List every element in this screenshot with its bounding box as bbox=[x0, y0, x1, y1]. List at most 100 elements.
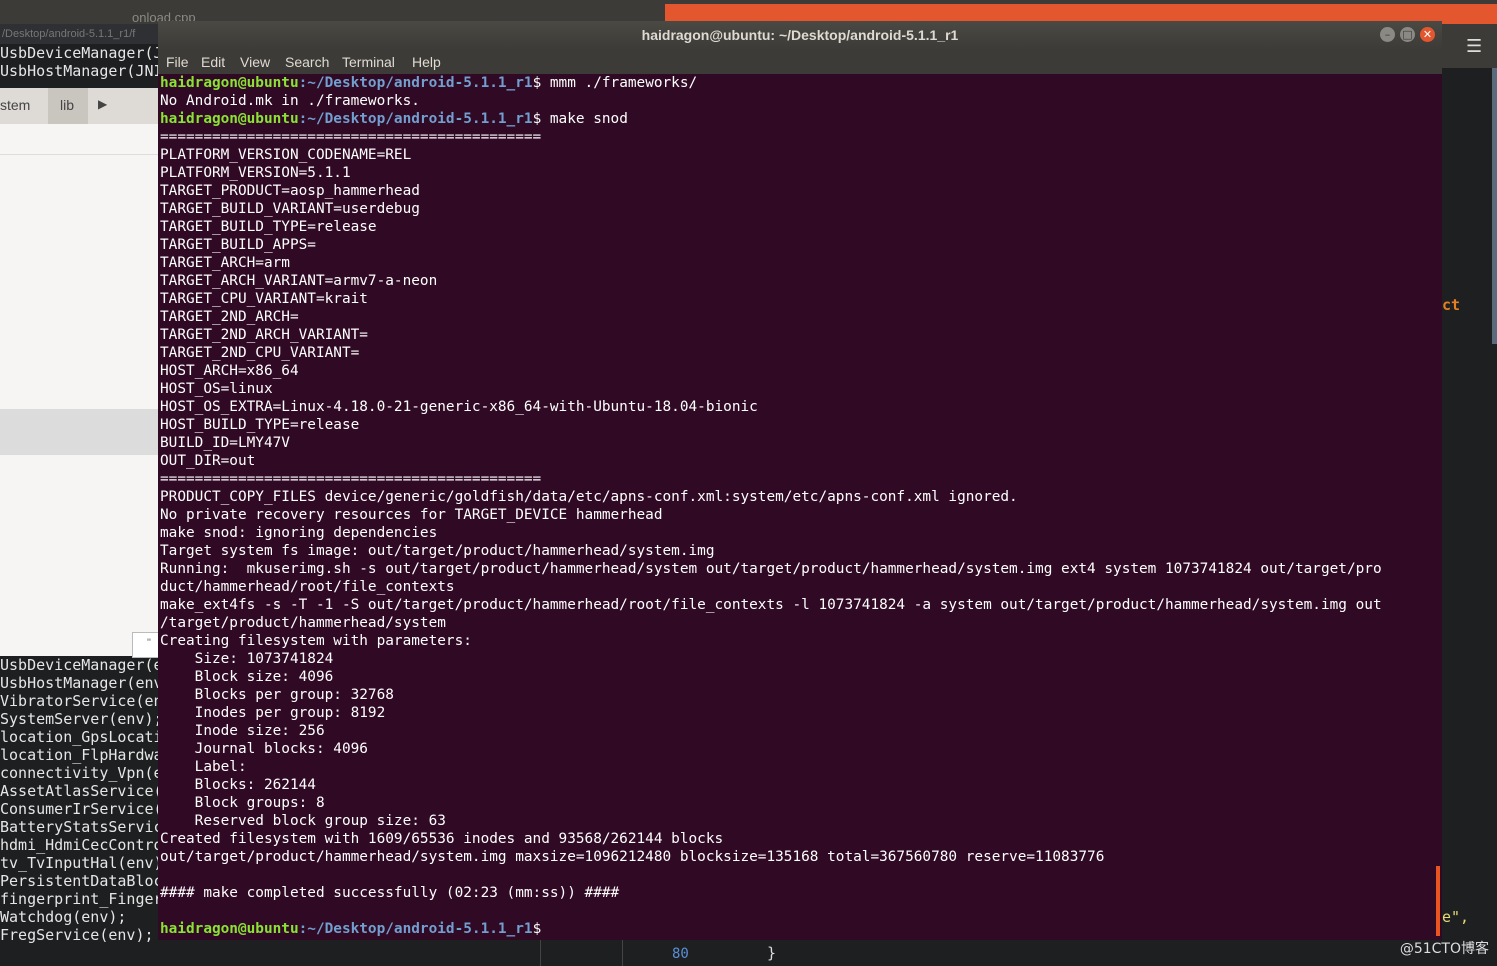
output-line: Reserved block group size: 63 bbox=[160, 813, 446, 829]
terminal-titlebar[interactable]: haidragon@ubuntu: ~/Desktop/android-5.1.… bbox=[158, 21, 1442, 50]
menu-view[interactable]: View bbox=[240, 54, 270, 70]
background-code-line: SystemServer(env); bbox=[0, 710, 163, 728]
build-output: ========================================… bbox=[160, 128, 1438, 920]
output-line: PRODUCT_COPY_FILES device/generic/goldfi… bbox=[160, 489, 1018, 505]
menu-bar: File Edit View Search Terminal Help bbox=[158, 50, 1442, 74]
output-line: Target system fs image: out/target/produ… bbox=[160, 543, 715, 559]
close-button[interactable]: ✕ bbox=[1420, 27, 1435, 42]
hamburger-menu-icon[interactable]: ☰ bbox=[1466, 36, 1482, 57]
maximize-button[interactable]: □ bbox=[1400, 27, 1415, 42]
background-code-line: UsbHostManager(JNI bbox=[0, 62, 163, 80]
output-line: No Android.mk in ./frameworks. bbox=[160, 93, 420, 109]
divider bbox=[622, 940, 623, 966]
output-line: PLATFORM_VERSION=5.1.1 bbox=[160, 165, 351, 181]
background-code-fragment: ct bbox=[1442, 296, 1461, 314]
terminal-window[interactable]: haidragon@ubuntu: ~/Desktop/android-5.1.… bbox=[158, 21, 1442, 940]
command-text: $ mmm ./frameworks/ bbox=[532, 75, 698, 91]
background-editor-bottom: 80 } bbox=[162, 940, 1442, 966]
output-line: Blocks: 262144 bbox=[160, 777, 316, 793]
output-line: make snod: ignoring dependencies bbox=[160, 525, 438, 541]
menu-file[interactable]: File bbox=[166, 54, 189, 70]
prompt-path: :~/Desktop/android-5.1.1_r1 bbox=[298, 75, 533, 91]
output-line: #### make completed successfully (02:23 … bbox=[160, 885, 620, 901]
output-line: Blocks per group: 32768 bbox=[160, 687, 394, 703]
command-line: haidragon@ubuntu:~/Desktop/android-5.1.1… bbox=[160, 74, 1438, 92]
terminal-output[interactable]: haidragon@ubuntu:~/Desktop/android-5.1.1… bbox=[160, 74, 1438, 940]
background-code-line: BatteryStatsServic bbox=[0, 818, 163, 836]
divider bbox=[0, 154, 162, 155]
command-line: haidragon@ubuntu:~/Desktop/android-5.1.1… bbox=[160, 110, 1438, 128]
minimize-button[interactable]: – bbox=[1380, 27, 1395, 42]
output-line: /target/product/hammerhead/system bbox=[160, 615, 446, 631]
output-line: Label: bbox=[160, 759, 256, 775]
background-code-line: location_GpsLocati bbox=[0, 728, 163, 746]
background-code-line: location_FlpHardwa bbox=[0, 746, 163, 764]
background-file-manager-pathbar: stem lib ▶ bbox=[0, 88, 162, 124]
output-line: HOST_OS=linux bbox=[160, 381, 273, 397]
background-code-line: UsbHostManager(env bbox=[0, 674, 163, 692]
prompt-path: :~/Desktop/android-5.1.1_r1 bbox=[298, 921, 533, 937]
output-line: TARGET_CPU_VARIANT=krait bbox=[160, 291, 368, 307]
output-line: Running: mkuserimg.sh -s out/target/prod… bbox=[160, 561, 1382, 577]
window-title: haidragon@ubuntu: ~/Desktop/android-5.1.… bbox=[641, 27, 959, 43]
background-code-line: PersistentDataBloc bbox=[0, 872, 163, 890]
background-code-line: FregService(env); bbox=[0, 926, 154, 944]
background-code-line: ConsumerIrService( bbox=[0, 800, 163, 818]
background-right-window: ☰ ct e", bbox=[1442, 24, 1497, 966]
background-scrollbar[interactable] bbox=[1492, 68, 1497, 344]
background-code-line: UsbDeviceManager(e bbox=[0, 656, 163, 674]
watermark: @51CTO博客 bbox=[1399, 941, 1489, 957]
menu-help[interactable]: Help bbox=[412, 54, 441, 70]
output-line: Size: 1073741824 bbox=[160, 651, 334, 667]
line-number: 80 bbox=[672, 946, 689, 962]
menu-search[interactable]: Search bbox=[285, 54, 329, 70]
output-line: duct/hammerhead/root/file_contexts bbox=[160, 579, 455, 595]
output-line: TARGET_2ND_CPU_VARIANT= bbox=[160, 345, 360, 361]
output-line: TARGET_PRODUCT=aosp_hammerhead bbox=[160, 183, 420, 199]
output-line: ========================================… bbox=[160, 129, 542, 145]
background-code-line: fingerprint_Finger bbox=[0, 890, 163, 908]
output-line: Journal blocks: 4096 bbox=[160, 741, 368, 757]
output-line: TARGET_BUILD_TYPE=release bbox=[160, 219, 377, 235]
output-line: Block size: 4096 bbox=[160, 669, 334, 685]
output-line: BUILD_ID=LMY47V bbox=[160, 435, 290, 451]
prompt-suffix: $ bbox=[532, 921, 542, 937]
background-code-line: connectivity_Vpn(e bbox=[0, 764, 163, 782]
output-line: TARGET_BUILD_VARIANT=userdebug bbox=[160, 201, 420, 217]
terminal-scrollbar[interactable] bbox=[1436, 866, 1440, 936]
prompt-user: haidragon@ubuntu bbox=[160, 111, 299, 127]
background-code-fragment: e", bbox=[1442, 908, 1470, 926]
output-line: TARGET_BUILD_APPS= bbox=[160, 237, 316, 253]
output-line: TARGET_2ND_ARCH_VARIANT= bbox=[160, 327, 368, 343]
output-line: Inode size: 256 bbox=[160, 723, 325, 739]
prompt-path: :~/Desktop/android-5.1.1_r1 bbox=[298, 111, 533, 127]
output-line: No private recovery resources for TARGET… bbox=[160, 507, 663, 523]
selected-row[interactable] bbox=[0, 409, 162, 455]
background-right-header: ☰ bbox=[1442, 24, 1497, 68]
menu-terminal[interactable]: Terminal bbox=[342, 54, 395, 70]
breadcrumb-lib[interactable]: lib bbox=[48, 88, 88, 124]
output-line: ========================================… bbox=[160, 471, 542, 487]
background-code-line: Watchdog(env); bbox=[0, 908, 127, 926]
output-line: TARGET_ARCH=arm bbox=[160, 255, 290, 271]
output-line: PLATFORM_VERSION_CODENAME=REL bbox=[160, 147, 412, 163]
background-code-line: AssetAtlasService( bbox=[0, 782, 163, 800]
menu-edit[interactable]: Edit bbox=[201, 54, 225, 70]
divider bbox=[540, 940, 541, 966]
chevron-right-icon[interactable]: ▶ bbox=[98, 97, 107, 111]
output-line: Creating filesystem with parameters: bbox=[160, 633, 472, 649]
output-line: make_ext4fs -s -T -1 -S out/target/produ… bbox=[160, 597, 1382, 613]
output-line: Inodes per group: 8192 bbox=[160, 705, 386, 721]
background-file-manager-body: " bbox=[0, 124, 164, 658]
output-line: HOST_BUILD_TYPE=release bbox=[160, 417, 360, 433]
output-line: TARGET_2ND_ARCH= bbox=[160, 309, 299, 325]
breadcrumb-system[interactable]: stem bbox=[0, 97, 30, 113]
background-editor-path: /Desktop/android-5.1.1_r1/f bbox=[0, 24, 162, 44]
command-line: haidragon@ubuntu:~/Desktop/android-5.1.1… bbox=[160, 920, 1438, 938]
background-code-line: VibratorService(en bbox=[0, 692, 163, 710]
prompt-user: haidragon@ubuntu bbox=[160, 75, 299, 91]
command-text: $ make snod bbox=[532, 111, 628, 127]
output-line: OUT_DIR=out bbox=[160, 453, 256, 469]
